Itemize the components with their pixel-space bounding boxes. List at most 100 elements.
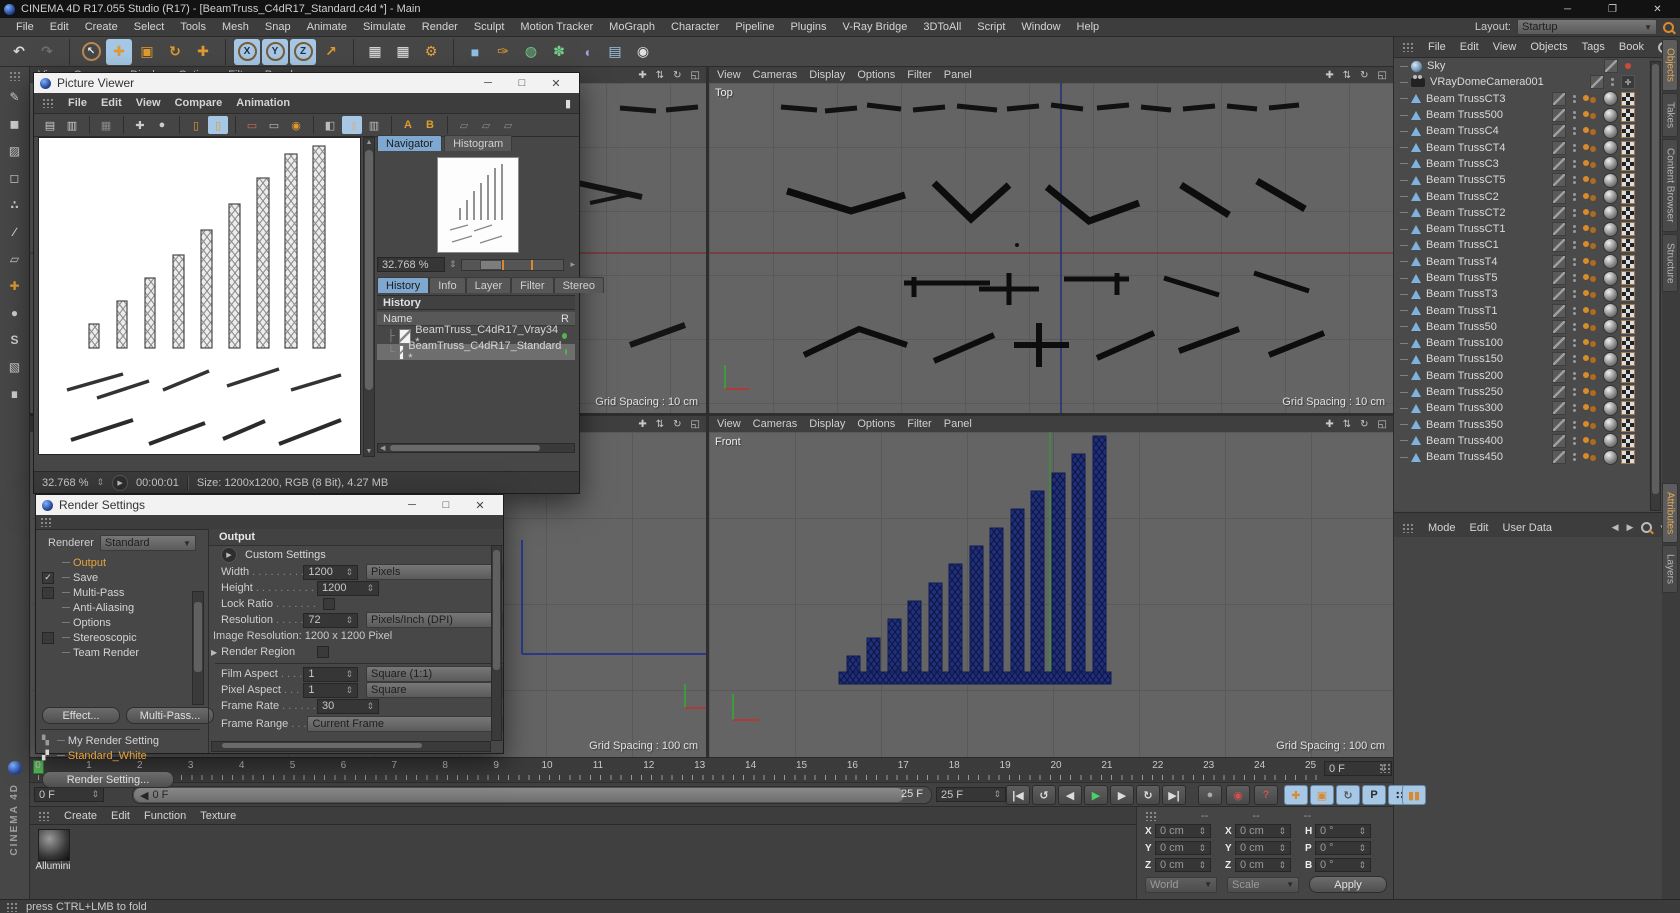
resolution-unit-dropdown[interactable]: Pixels/Inch (DPI)▼: [366, 612, 503, 628]
layer-icon[interactable]: [1590, 75, 1604, 89]
object-name[interactable]: Beam Truss50: [1426, 321, 1497, 333]
truss-object-icon[interactable]: [1411, 94, 1421, 103]
expand-icon[interactable]: ▶: [221, 547, 237, 563]
rs-tree-item-team-render[interactable]: Team Render: [36, 645, 208, 660]
zoom-slider-handle[interactable]: [480, 260, 502, 270]
frame-red-icon[interactable]: ▭: [242, 116, 262, 134]
height-field[interactable]: 1200⇕: [317, 581, 379, 596]
truss-object-icon[interactable]: [1411, 208, 1421, 217]
layer-icon[interactable]: [1552, 92, 1566, 106]
next-key-icon[interactable]: ↻: [1136, 785, 1160, 805]
material-tag-icon[interactable]: [1603, 319, 1618, 334]
truss-object-icon[interactable]: [1411, 241, 1421, 250]
tab-history[interactable]: History: [377, 277, 429, 293]
picture-viewer-grip[interactable]: [42, 98, 54, 108]
rotate-view-icon[interactable]: ↻: [673, 70, 681, 81]
timeline-frame-25[interactable]: 25: [1305, 760, 1316, 771]
object-name[interactable]: Beam TrussT4: [1426, 256, 1498, 268]
visibility-dots-icon[interactable]: [1573, 274, 1576, 282]
layer-icon[interactable]: [1552, 222, 1566, 236]
width-unit-dropdown[interactable]: Pixels▼: [366, 564, 503, 580]
snap-icon[interactable]: S: [3, 329, 27, 351]
scroll-down-icon[interactable]: ▼: [364, 448, 374, 455]
visibility-dots-icon[interactable]: [1573, 127, 1576, 135]
visibility-dots-icon[interactable]: [1573, 241, 1576, 249]
frame-ball-icon[interactable]: ◉: [286, 116, 306, 134]
object-name[interactable]: Beam Truss150: [1426, 353, 1503, 365]
pv-menu-animation[interactable]: Animation: [236, 97, 290, 109]
coordinates-grip[interactable]: [1145, 811, 1157, 821]
rot-p-field[interactable]: 0 °⇕: [1315, 841, 1371, 855]
phong-tag-icon[interactable]: [1583, 144, 1598, 152]
layout-dropdown[interactable]: Startup ▼: [1517, 19, 1657, 35]
points-mode-icon[interactable]: ∴: [3, 194, 27, 216]
object-row-beam-trussc3[interactable]: Beam TrussC3: [1394, 156, 1649, 172]
pan-image-icon[interactable]: ✚: [130, 116, 150, 134]
size-x-field[interactable]: 0 cm⇕: [1235, 824, 1291, 838]
truss-object-icon[interactable]: [1411, 127, 1421, 136]
rs-tree-label[interactable]: Stereoscopic: [73, 632, 137, 644]
scroll-up-icon[interactable]: ▲: [364, 139, 374, 146]
viewport-front-canvas[interactable]: Front Grid Spacing : 100 cm: [709, 432, 1393, 757]
object-row-beam-truss200[interactable]: Beam Truss200: [1394, 368, 1649, 384]
pan-icon[interactable]: ✚: [638, 419, 646, 430]
layer-icon[interactable]: [1552, 352, 1566, 366]
frame-end-field[interactable]: 25 F ⇕: [936, 787, 1006, 802]
render-settings-grip[interactable]: [40, 517, 52, 527]
am-menu-mode[interactable]: Mode: [1428, 522, 1456, 534]
pixel-aspect-field[interactable]: 1⇕: [303, 683, 358, 698]
texture-tag-icon[interactable]: [1621, 304, 1635, 318]
object-row-beam-trussct2[interactable]: Beam TrussCT2: [1394, 205, 1649, 221]
next-frame-icon[interactable]: ▶: [1110, 785, 1134, 805]
am-search-icon[interactable]: [1641, 522, 1652, 533]
scroll-left-icon[interactable]: ◀: [380, 444, 385, 452]
frame-start-field[interactable]: 0 F ⇕: [34, 787, 104, 802]
object-name[interactable]: Beam TrussC4: [1426, 125, 1499, 137]
visibility-dots-icon[interactable]: [1573, 355, 1576, 363]
rs-tree-label[interactable]: Options: [73, 617, 111, 629]
move-icon[interactable]: ✚: [106, 39, 132, 65]
texture-mode-icon[interactable]: ▨: [3, 140, 27, 162]
model-mode-icon[interactable]: ◼: [3, 113, 27, 135]
vp-menu-display[interactable]: Display: [809, 69, 845, 81]
pv-menu-file[interactable]: File: [68, 97, 87, 109]
object-name[interactable]: Beam Truss300: [1426, 402, 1503, 414]
zoom-icon[interactable]: ⇅: [1343, 70, 1351, 81]
timeline-frame-5[interactable]: 5: [290, 760, 296, 771]
object-row-beam-truss400[interactable]: Beam Truss400: [1394, 433, 1649, 449]
material-tag-icon[interactable]: [1603, 205, 1618, 220]
vp-menu-panel[interactable]: Panel: [944, 69, 972, 81]
object-row-beam-trussc1[interactable]: Beam TrussC1: [1394, 237, 1649, 253]
maximize-icon[interactable]: □: [429, 495, 463, 515]
object-row-beam-trusst1[interactable]: Beam TrussT1: [1394, 302, 1649, 318]
menu-file[interactable]: File: [8, 21, 42, 33]
goto-end-icon[interactable]: ▶|: [1162, 785, 1186, 805]
close-icon[interactable]: ✕: [1635, 0, 1680, 18]
stepper-icon[interactable]: ⇕: [993, 789, 1001, 800]
rs-tree-item-output[interactable]: Output: [36, 555, 208, 570]
visibility-dot-icon[interactable]: [1625, 63, 1631, 69]
camera-target-icon[interactable]: ✛: [1621, 75, 1635, 89]
phong-tag-icon[interactable]: [1583, 160, 1598, 168]
object-name[interactable]: Beam TrussT1: [1426, 305, 1498, 317]
status-bar-grip[interactable]: [6, 902, 18, 912]
timeline-frame-3[interactable]: 3: [188, 760, 194, 771]
zoom-image-icon[interactable]: ●: [152, 116, 172, 134]
lock-workplane-icon[interactable]: ∎: [3, 383, 27, 405]
material-tag-icon[interactable]: [1603, 450, 1618, 465]
layer-icon[interactable]: [1552, 255, 1566, 269]
add-cube-icon[interactable]: ■: [462, 39, 488, 65]
thumbnail-grid-icon[interactable]: ▦: [96, 116, 116, 134]
object-manager-grip[interactable]: [1402, 42, 1414, 52]
truss-object-icon[interactable]: [1411, 388, 1421, 397]
edit-render-settings-icon[interactable]: ⚙: [418, 39, 444, 65]
render-setting-button[interactable]: Render Setting...: [42, 771, 174, 788]
pan-icon[interactable]: ✚: [638, 70, 646, 81]
visibility-dots-icon[interactable]: [1573, 95, 1576, 103]
object-name[interactable]: Beam Truss250: [1426, 386, 1503, 398]
vp-menu-options[interactable]: Options: [857, 69, 895, 81]
layer-icon[interactable]: [1552, 157, 1566, 171]
layer-icon[interactable]: [1552, 434, 1566, 448]
texture-tag-icon[interactable]: [1621, 434, 1635, 448]
timeline-frame-11[interactable]: 11: [593, 760, 603, 771]
